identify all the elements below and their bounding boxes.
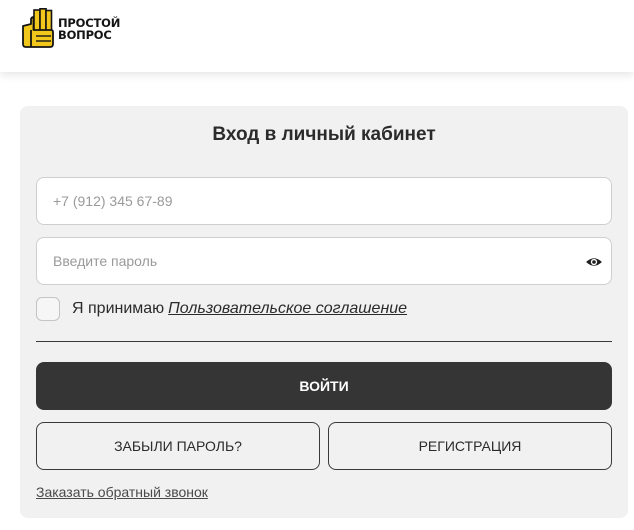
forgot-password-button[interactable]: ЗАБЫЛИ ПАРОЛЬ? xyxy=(36,422,320,470)
login-card: Вход в личный кабинет Я принимаю Пользов… xyxy=(20,106,628,518)
callback-link[interactable]: Заказать обратный звонок xyxy=(36,484,208,500)
password-field-wrapper xyxy=(36,237,612,285)
agreement-checkbox[interactable] xyxy=(36,297,60,321)
user-agreement-link[interactable]: Пользовательское соглашение xyxy=(168,300,407,318)
logo[interactable]: ПРОСТОЙ ВОПРОС xyxy=(20,8,150,50)
logo-wordmark: ПРОСТОЙ ВОПРОС xyxy=(58,17,120,41)
agreement-row: Я принимаю Пользовательское соглашение xyxy=(36,296,407,322)
password-input[interactable] xyxy=(37,238,611,284)
thumbs-up-book-icon xyxy=(22,8,54,48)
page-title: Вход в личный кабинет xyxy=(212,124,436,145)
login-button[interactable]: ВОЙТИ xyxy=(36,362,612,410)
phone-input[interactable] xyxy=(37,178,611,224)
register-button[interactable]: РЕГИСТРАЦИЯ xyxy=(328,422,612,470)
site-header: ПРОСТОЙ ВОПРОС xyxy=(0,0,634,72)
divider xyxy=(36,341,612,342)
eye-icon[interactable] xyxy=(585,253,603,271)
agreement-text: Я принимаю xyxy=(72,300,165,317)
logo-line-2: ВОПРОС xyxy=(58,28,112,42)
phone-field-wrapper xyxy=(36,177,612,225)
